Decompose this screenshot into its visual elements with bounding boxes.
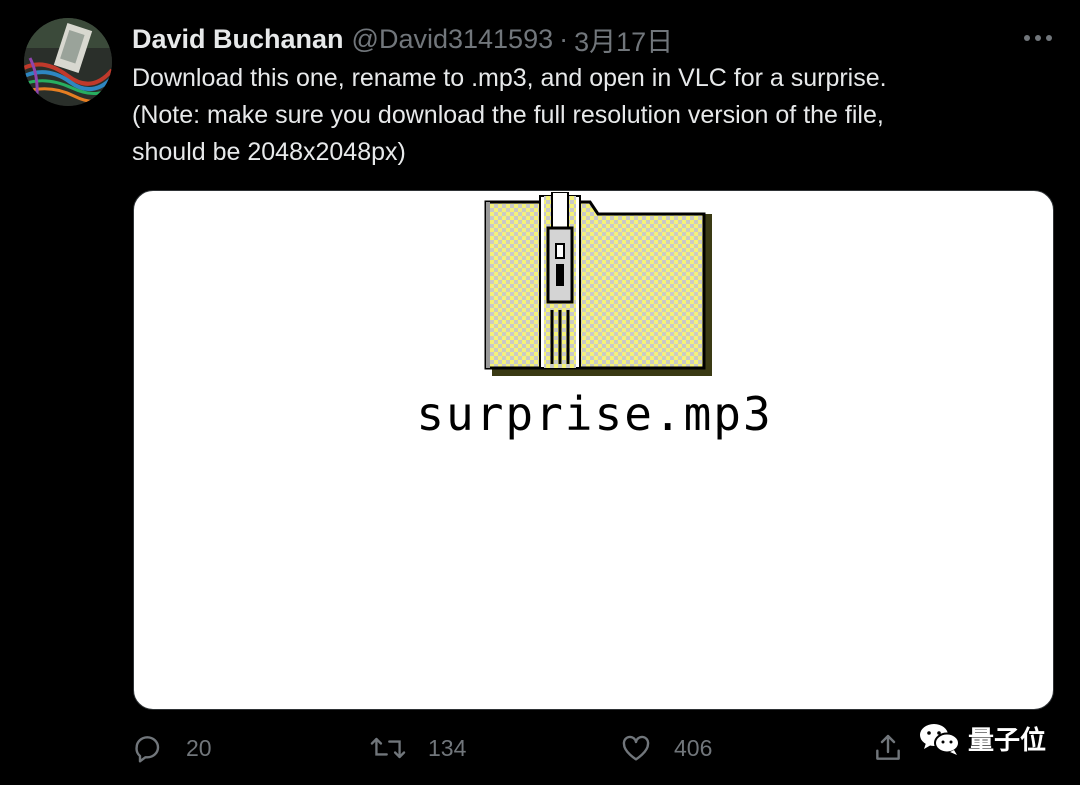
share-icon <box>876 734 900 760</box>
watermark-text: 量子位 <box>968 725 1047 755</box>
file-name-label: surprise.mp3 <box>416 387 773 441</box>
tweet-text-line: Download this one, rename to .mp3, and o… <box>132 64 887 92</box>
retweet-icon <box>370 737 406 759</box>
tweet-header: David Buchanan @David3141593 · 3月17日 <box>132 20 673 59</box>
retweet-button[interactable]: 134 <box>370 718 466 778</box>
tweet-text: Download this one, rename to .mp3, and o… <box>132 60 1032 171</box>
more-options-button[interactable] <box>1020 24 1056 52</box>
media-card[interactable]: surprise.mp3 <box>133 190 1054 710</box>
tweet-text-line: should be 2048x2048px) <box>132 138 406 166</box>
tweet-timestamp[interactable]: 3月17日 <box>574 20 673 59</box>
retweet-count: 134 <box>428 734 467 761</box>
avatar[interactable] <box>24 18 112 106</box>
header-separator: · <box>559 23 569 54</box>
watermark: 量子位 <box>918 720 1046 757</box>
tweet: David Buchanan @David3141593 · 3月17日 Dow… <box>0 0 1080 785</box>
reply-icon <box>135 736 160 763</box>
like-button[interactable]: 406 <box>620 718 712 778</box>
reply-count: 20 <box>186 734 212 761</box>
reply-button[interactable]: 20 <box>132 718 212 778</box>
like-count: 406 <box>674 734 713 761</box>
avatar-image <box>24 18 112 106</box>
share-button[interactable] <box>872 718 904 778</box>
tweet-text-line: (Note: make sure you download the full r… <box>132 101 884 129</box>
heart-icon <box>622 735 650 761</box>
wechat-icon <box>920 723 960 755</box>
author-handle[interactable]: @David3141593 <box>352 24 554 55</box>
author-name[interactable]: David Buchanan <box>132 24 344 55</box>
more-icon <box>1024 35 1052 41</box>
zip-folder-icon <box>484 192 712 376</box>
